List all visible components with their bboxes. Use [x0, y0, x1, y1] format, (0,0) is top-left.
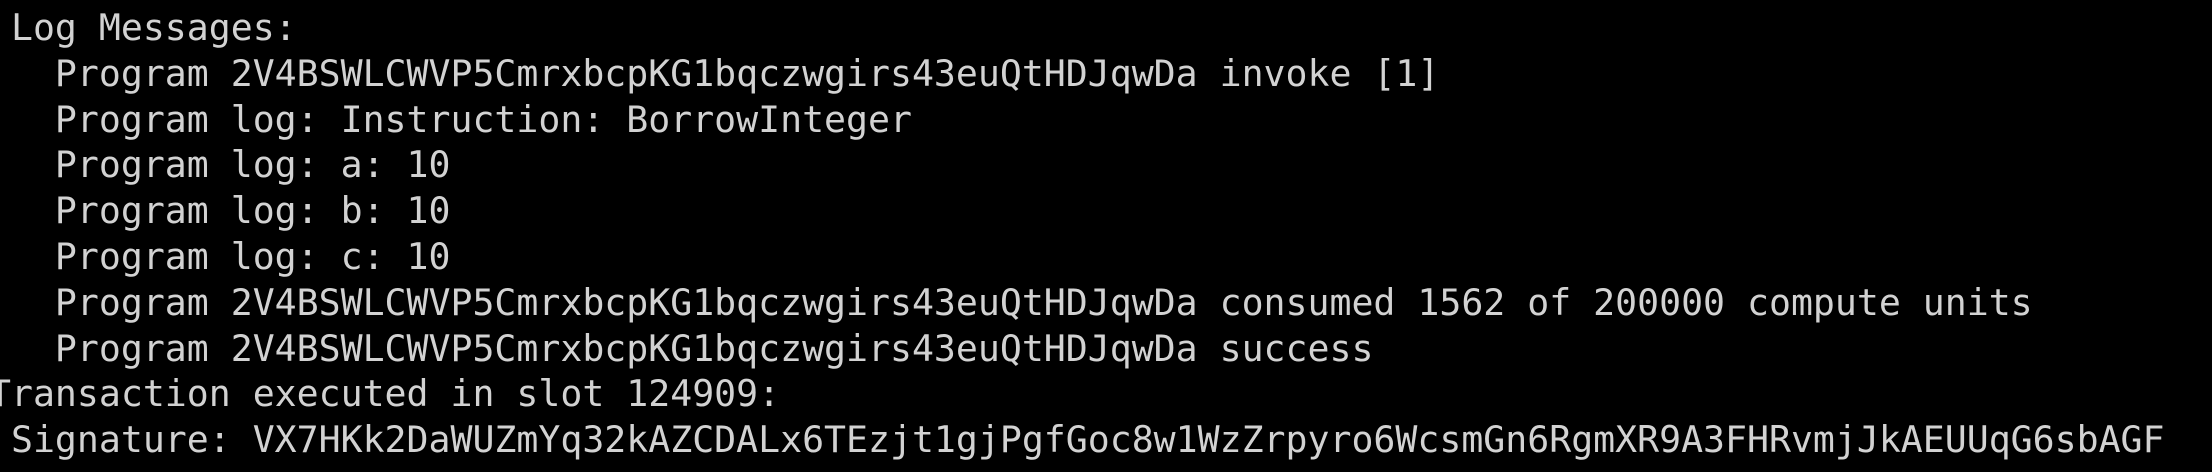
terminal-output: Log Messages: Program 2V4BSWLCWVP5Cmrxbc…: [0, 5, 2165, 463]
log-line-invoke: Program 2V4BSWLCWVP5CmrxbcpKG1bqczwgirs4…: [0, 51, 1440, 95]
log-messages-header: Log Messages:: [0, 6, 297, 49]
transaction-slot-line: Transaction executed in slot 124909:: [0, 372, 781, 416]
log-line-c: Program log: c: 10: [0, 234, 451, 278]
log-line-consumed: Program 2V4BSWLCWVP5CmrxbcpKG1bqczwgirs4…: [0, 280, 2033, 324]
signature-line: Signature: VX7HKk2DaWUZmYq32kAZCDALx6TEz…: [0, 418, 2165, 462]
log-line-a: Program log: a: 10: [0, 143, 451, 187]
log-line-instruction: Program log: Instruction: BorrowInteger: [0, 97, 912, 141]
log-line-b: Program log: b: 10: [0, 189, 451, 233]
log-line-success: Program 2V4BSWLCWVP5CmrxbcpKG1bqczwgirs4…: [0, 326, 1374, 370]
